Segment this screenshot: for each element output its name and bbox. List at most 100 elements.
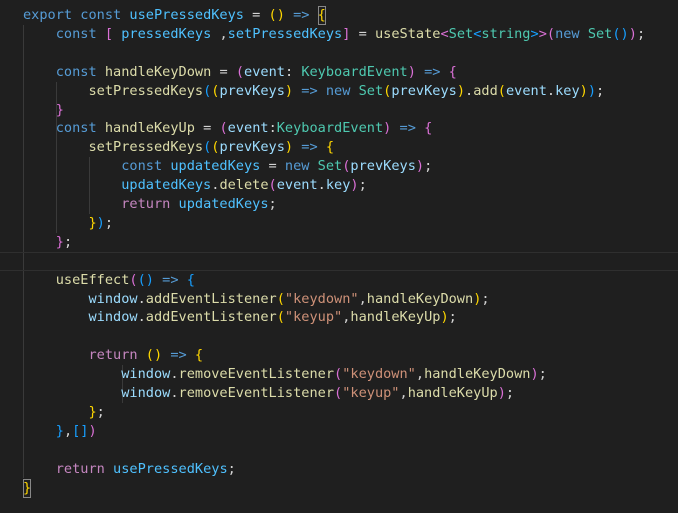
code-line[interactable]: [0, 441, 678, 460]
code-line-text: setPressedKeys((prevKeys) => new Set(pre…: [23, 82, 604, 101]
code-line[interactable]: };: [0, 403, 678, 422]
code-line[interactable]: return () => {: [0, 346, 678, 365]
code-token: (: [334, 366, 343, 383]
code-line[interactable]: const handleKeyDown = (event: KeyboardEv…: [0, 63, 678, 82]
code-token: ;: [596, 82, 605, 99]
code-token: {: [194, 347, 204, 364]
code-token: ;: [227, 460, 236, 477]
code-token: ;: [96, 403, 105, 420]
code-token: setPressedKeys: [227, 25, 343, 42]
code-line[interactable]: window.removeEventListener("keydown",han…: [0, 365, 678, 384]
code-token: useEffect: [55, 271, 130, 288]
code-token: return: [55, 460, 105, 477]
code-token: ): [587, 82, 597, 99]
code-line[interactable]: [0, 327, 678, 346]
code-line[interactable]: const [ pressedKeys ,setPressedKeys] = u…: [0, 25, 678, 44]
code-token: add: [473, 82, 498, 99]
code-token: ;: [424, 158, 433, 175]
code-line-text: window.removeEventListener("keyup",handl…: [23, 384, 514, 403]
code-token: usePressedKeys: [129, 7, 244, 23]
code-line[interactable]: const updatedKeys = new Set(prevKeys);: [0, 157, 678, 176]
code-line-text: return usePressedKeys;: [23, 460, 236, 479]
code-line-text: },[]): [23, 422, 97, 441]
code-token: addEventListener: [145, 290, 277, 307]
code-token: ): [440, 309, 449, 326]
code-token: .: [170, 366, 179, 383]
code-line-text: };: [23, 233, 72, 252]
code-token: (: [276, 290, 285, 307]
code-token: const: [121, 158, 163, 175]
code-token: (: [129, 271, 138, 288]
code-token: }: [88, 214, 97, 231]
code-line[interactable]: return updatedKeys;: [0, 195, 678, 214]
code-token: handleKeyDown: [366, 290, 474, 307]
code-line[interactable]: }: [0, 478, 678, 498]
code-token: =>: [424, 63, 441, 80]
code-token: setPressedKeys: [88, 139, 204, 156]
code-line[interactable]: window.addEventListener("keyup",handleKe…: [0, 308, 678, 327]
code-line[interactable]: };: [0, 233, 678, 252]
code-token: >: [530, 25, 539, 42]
code-token: key: [325, 177, 351, 194]
code-line[interactable]: window.addEventListener("keydown",handle…: [0, 290, 678, 309]
code-token: =: [260, 158, 285, 175]
code-token: delete: [219, 177, 269, 194]
code-token: updatedKeys: [178, 196, 269, 212]
code-line[interactable]: return usePressedKeys;: [0, 460, 678, 479]
code-token: =: [194, 120, 220, 137]
code-line[interactable]: window.removeEventListener("keyup",handl…: [0, 384, 678, 403]
code-token: =>: [301, 139, 318, 156]
code-token: ;: [636, 25, 646, 42]
code-token: "keyup": [342, 385, 400, 401]
code-token: (): [137, 271, 154, 288]
code-token: prevKeys: [391, 82, 457, 99]
code-token: setPressedKeys: [88, 82, 204, 99]
code-line[interactable]: }: [0, 101, 678, 120]
code-line[interactable]: useEffect(() => {: [0, 271, 678, 290]
code-line[interactable]: [0, 44, 678, 63]
code-token: handleKeyDown: [424, 366, 531, 383]
code-line[interactable]: });: [0, 214, 678, 233]
code-token: ;: [268, 196, 277, 212]
code-token: removeEventListener: [178, 366, 335, 383]
code-line[interactable]: setPressedKeys((prevKeys) => new Set(pre…: [0, 82, 678, 101]
code-editor[interactable]: export const usePressedKeys = () => { co…: [0, 0, 678, 513]
code-line[interactable]: },[]): [0, 422, 678, 441]
code-token: }: [23, 478, 32, 498]
code-token: window: [88, 290, 138, 307]
code-token: string: [481, 25, 531, 42]
code-line[interactable]: const handleKeyUp = (event:KeyboardEvent…: [0, 119, 678, 138]
code-line[interactable]: export const usePressedKeys = () => {: [0, 6, 678, 25]
code-token: {: [186, 271, 195, 288]
code-token: ;: [358, 177, 367, 194]
code-token: :: [284, 63, 302, 80]
code-token: const: [80, 7, 122, 23]
code-token: (: [219, 120, 228, 137]
code-line-text: const updatedKeys = new Set(prevKeys);: [23, 157, 432, 176]
code-token: (: [334, 385, 343, 401]
code-line[interactable]: [0, 251, 678, 271]
code-line[interactable]: updatedKeys.delete(event.key);: [0, 176, 678, 195]
code-token: return: [88, 347, 138, 364]
code-token: <: [440, 25, 449, 42]
code-line[interactable]: setPressedKeys((prevKeys) => {: [0, 138, 678, 157]
code-token: ,: [399, 385, 408, 401]
code-token: ): [530, 366, 539, 383]
code-token: ): [497, 385, 506, 401]
code-token: (: [497, 82, 506, 99]
